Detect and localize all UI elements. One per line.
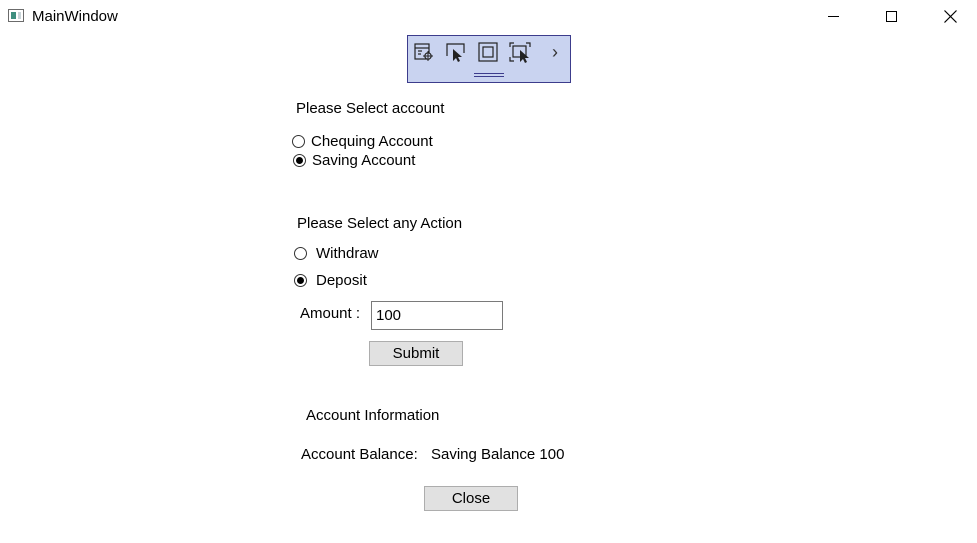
account-heading: Please Select account	[296, 100, 445, 117]
radio-label: Chequing Account	[311, 133, 433, 150]
radio-label: Saving Account	[312, 152, 416, 169]
close-window-button[interactable]	[927, 0, 973, 32]
amount-input[interactable]: 100	[371, 301, 503, 330]
radio-saving-account[interactable]: Saving Account	[293, 152, 415, 169]
debug-toolbar: ›	[407, 35, 571, 83]
window-title: MainWindow	[32, 8, 118, 25]
radio-circle-selected[interactable]	[294, 274, 307, 287]
layout-adorner-icon[interactable]	[508, 40, 532, 64]
toolbar-collapse-grip[interactable]	[474, 73, 504, 77]
amount-label: Amount :	[300, 305, 361, 322]
pointer-icon[interactable]	[444, 40, 468, 64]
close-button[interactable]: Close	[424, 486, 518, 511]
radio-withdraw[interactable]: Withdraw	[294, 245, 379, 262]
title-bar[interactable]: MainWindow	[0, 0, 977, 32]
focus-frame-icon[interactable]	[476, 40, 500, 64]
account-balance-value: Saving Balance 100	[431, 446, 565, 463]
submit-button[interactable]: Submit	[369, 341, 463, 366]
minimize-button[interactable]	[810, 0, 856, 32]
main-window: MainWindow › Please Select account Chequ…	[0, 0, 977, 543]
radio-chequing-account[interactable]: Chequing Account	[292, 133, 433, 150]
app-icon	[8, 9, 24, 22]
select-element-icon[interactable]	[412, 40, 436, 64]
radio-circle[interactable]	[292, 135, 305, 148]
radio-deposit[interactable]: Deposit	[294, 272, 367, 289]
radio-circle-selected[interactable]	[293, 154, 306, 167]
close-icon	[943, 9, 957, 23]
account-info-heading: Account Information	[306, 407, 440, 424]
maximize-button[interactable]	[868, 0, 914, 32]
radio-circle[interactable]	[294, 247, 307, 260]
chevron-right-icon[interactable]: ›	[546, 40, 564, 64]
minimize-icon	[827, 15, 839, 17]
account-balance-label: Account Balance:	[301, 446, 418, 463]
radio-label: Deposit	[316, 272, 367, 289]
radio-label: Withdraw	[316, 245, 379, 262]
action-heading: Please Select any Action	[297, 215, 463, 232]
maximize-icon	[885, 10, 897, 22]
